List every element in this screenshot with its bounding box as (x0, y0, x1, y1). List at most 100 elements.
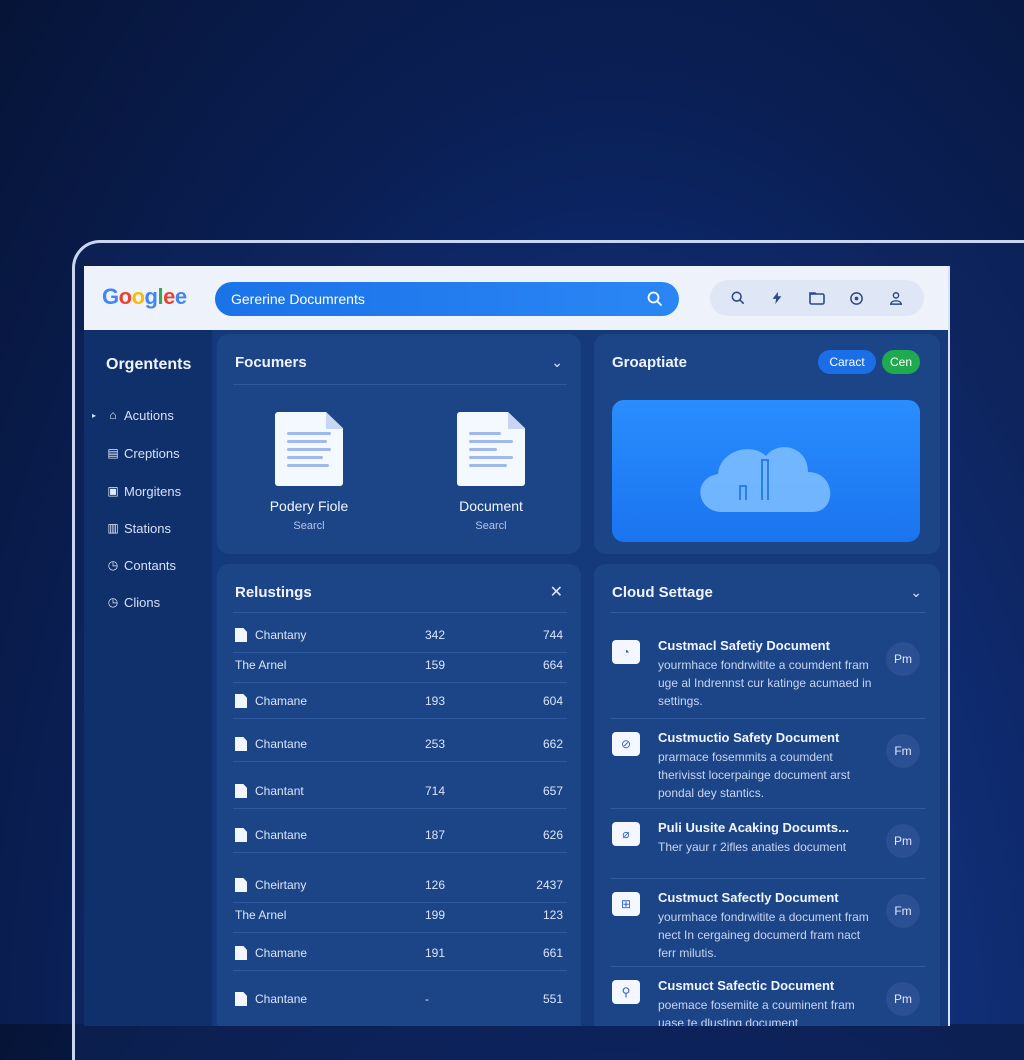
row-value-1: 199 (425, 908, 446, 922)
row-value-1: 126 (425, 878, 446, 892)
table-row[interactable]: Chantane 253 662 (235, 737, 563, 751)
row-value-1: 187 (425, 828, 446, 842)
folder-icon[interactable] (806, 287, 828, 309)
row-name: Chantane (255, 992, 308, 1006)
settings-icon[interactable] (846, 287, 868, 309)
row-name: Chantane (255, 737, 308, 751)
row-value-1: 253 (425, 737, 446, 751)
divider (610, 966, 926, 967)
top-bar: Googlee Gererine Documrents (84, 266, 948, 330)
results-panel: Relustings ✕ Chantany 342 744 The Arnel 159 6… (217, 564, 581, 1026)
item-description: poemace fosemiite a couminent fram uase … (658, 998, 855, 1026)
chevron-down-icon[interactable]: ⌄ (551, 354, 563, 371)
user-icon[interactable] (885, 287, 907, 309)
table-row[interactable]: Cheirtany 126 2437 (235, 878, 563, 892)
divider (233, 612, 567, 613)
row-name: Chamane (255, 946, 308, 960)
document-icon: ⚲ (612, 980, 640, 1004)
table-row[interactable]: Chamane 191 661 (235, 946, 563, 960)
sidebar: Orgentents ▸ ⌂ Acutions ▤ Creptions ▣ Mo… (84, 330, 212, 1026)
table-row[interactable]: Chamane 193 604 (235, 694, 563, 708)
divider (233, 902, 567, 903)
item-badge[interactable]: Fm (886, 894, 920, 928)
sidebar-item-morgitens[interactable]: ▣ Morgitens (92, 480, 181, 502)
row-value-1: 159 (425, 658, 446, 672)
divider (610, 878, 926, 879)
document-icon (235, 828, 247, 842)
bolt-icon[interactable] (766, 287, 788, 309)
item-description: yourmhace fondrwitite a coumdent fram ug… (658, 658, 872, 708)
document-name: Podery Fiole (269, 498, 349, 514)
row-value-2: 604 (542, 694, 563, 708)
clock-icon: ◷ (107, 595, 119, 609)
image-icon: ▣ (107, 484, 119, 498)
row-value-2: 661 (542, 946, 563, 960)
app-logo[interactable]: Googlee (102, 284, 187, 310)
divider (233, 682, 567, 683)
divider (233, 852, 567, 853)
table-row[interactable]: Chantane 187 626 (235, 828, 563, 842)
chevron-down-icon[interactable]: ⌄ (910, 584, 922, 601)
bullet-icon: ▸ (92, 410, 97, 420)
item-description: Ther yaur r 2ifles anaties document (658, 840, 847, 854)
document-name: Document (459, 498, 523, 514)
sidebar-item-label: Clions (124, 594, 161, 610)
document-icon: ◔ (612, 640, 640, 664)
row-value-2: 664 (542, 658, 563, 672)
divider (233, 932, 567, 933)
document-icon (235, 946, 247, 960)
row-value-1: 191 (425, 946, 446, 960)
close-icon[interactable]: ✕ (550, 582, 563, 602)
divider (610, 718, 926, 719)
divider (233, 384, 567, 385)
item-title: Cusmuct Safectic Document (658, 978, 835, 993)
document-tile[interactable]: Document Searcl (431, 412, 551, 532)
divider (233, 808, 567, 809)
row-value-2: 2437 (536, 878, 563, 892)
document-tile[interactable]: Podery Fiole Searcl (249, 412, 369, 532)
sidebar-item-acutions[interactable]: ▸ ⌂ Acutions (92, 404, 174, 426)
divider (233, 652, 567, 653)
panel-title: Groaptiate (612, 354, 688, 371)
sidebar-item-stations[interactable]: ▥ Stations (92, 517, 171, 539)
row-name: Chantane (255, 828, 308, 842)
item-badge[interactable]: Fm (886, 734, 920, 768)
row-value-2: 123 (542, 908, 563, 922)
sidebar-item-clions[interactable]: ◷ Clions (92, 591, 160, 613)
search-icon[interactable] (647, 291, 663, 307)
row-value-1: - (425, 992, 429, 1006)
cancel-button[interactable]: Caract (818, 350, 876, 374)
sidebar-item-label: Acutions (124, 407, 174, 423)
item-title: Puli Uusite Acaking Documts... (658, 820, 849, 835)
document-icon (235, 737, 247, 751)
sidebar-title: Orgentents (106, 356, 192, 373)
item-title: Custmacl Safetiy Document (658, 638, 830, 653)
row-value-2: 662 (542, 737, 563, 751)
search-icon[interactable] (727, 287, 749, 309)
ok-button[interactable]: Cen (882, 350, 920, 374)
item-badge[interactable]: Pm (886, 824, 920, 858)
search-input[interactable]: Gererine Documrents (231, 291, 365, 307)
table-row[interactable]: Chantant 714 657 (235, 784, 563, 798)
item-badge[interactable]: Pm (886, 982, 920, 1016)
row-name: Cheirtany (255, 878, 307, 892)
sidebar-item-creptions[interactable]: ▤ Creptions (92, 442, 179, 464)
cloud-preview[interactable] (612, 400, 920, 542)
row-name: Chantany (255, 628, 307, 642)
divider (233, 761, 567, 762)
document-icon (235, 694, 247, 708)
divider (233, 718, 567, 719)
table-row[interactable]: Chantane - 551 (235, 992, 563, 1006)
document-icon: ⊞ (612, 892, 640, 916)
graph-panel: Groaptiate Caract Cen (594, 334, 940, 554)
item-badge[interactable]: Pm (886, 642, 920, 676)
search-bar[interactable]: Gererine Documrents (215, 282, 679, 316)
cloud-icon (700, 447, 831, 512)
sidebar-item-contants[interactable]: ◷ Contants (92, 554, 176, 576)
item-title: Custmuctio Safety Document (658, 730, 840, 745)
table-row[interactable]: Chantany 342 744 (235, 628, 563, 642)
document-sub: Searcl (293, 520, 325, 532)
table-row[interactable]: The Arnel 199 123 (235, 908, 563, 922)
table-row[interactable]: The Arnel 159 664 (235, 658, 563, 672)
row-value-1: 342 (425, 628, 446, 642)
